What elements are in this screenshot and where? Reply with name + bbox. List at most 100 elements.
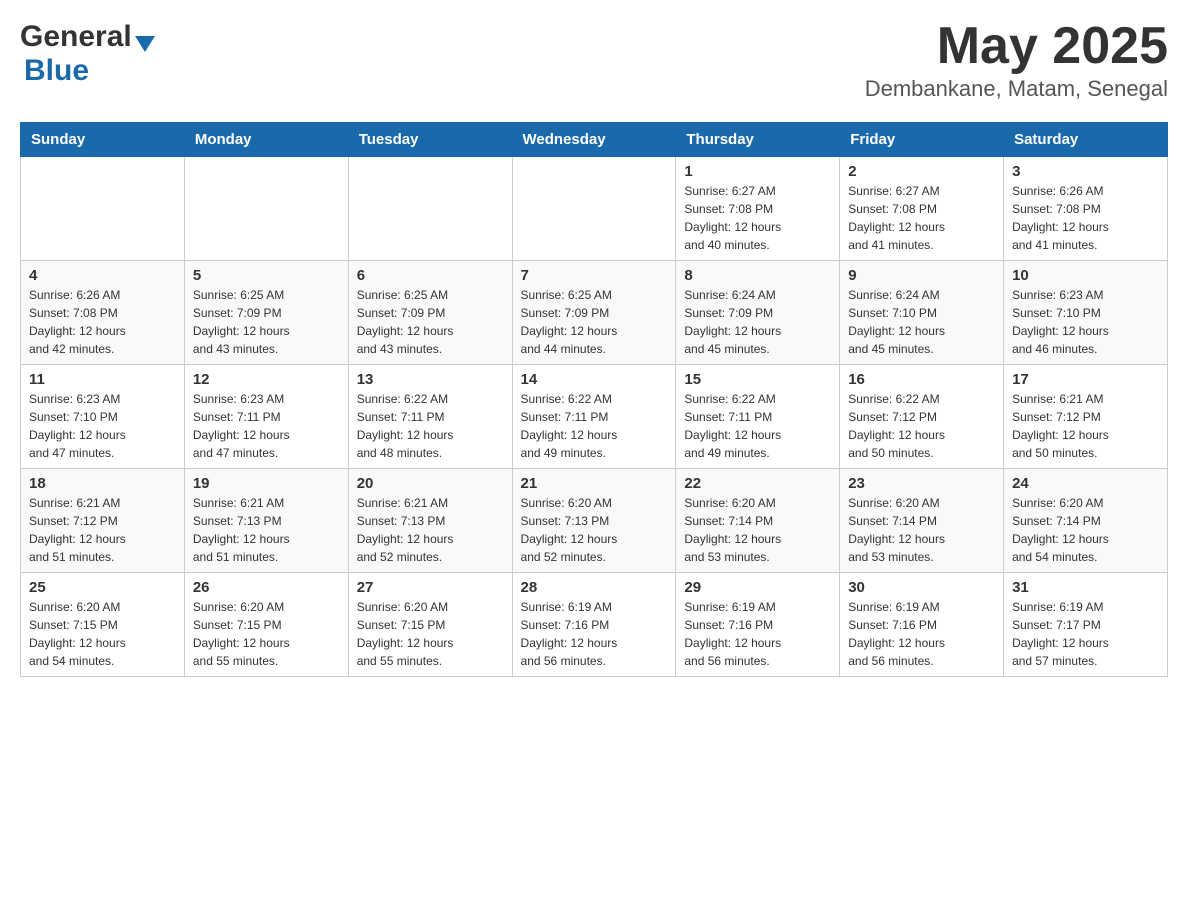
day-number: 3 [1012,163,1159,180]
calendar-day-31: 31Sunrise: 6:19 AMSunset: 7:17 PMDayligh… [1004,573,1168,677]
calendar-day-25: 25Sunrise: 6:20 AMSunset: 7:15 PMDayligh… [21,573,185,677]
day-info: Sunrise: 6:27 AMSunset: 7:08 PMDaylight:… [848,182,995,254]
calendar-day-7: 7 Sunrise: 6:25 AMSunset: 7:09 PMDaylight… [512,261,676,365]
calendar-day-29: 29Sunrise: 6:19 AMSunset: 7:16 PMDayligh… [676,573,840,677]
day-number: 4 [29,267,176,284]
weekday-header-friday: Friday [840,123,1004,157]
day-number: 24 [1012,475,1159,492]
day-number: 5 [193,267,340,284]
logo-arrow-icon [135,36,155,52]
calendar-day-22: 22 Sunrise: 6:20 AMSunset: 7:14 PMDayligh… [676,469,840,573]
calendar-week-row: 4 Sunrise: 6:26 AMSunset: 7:08 PMDaylight… [21,261,1168,365]
page-header: General Blue May 2025 Dembankane, Matam,… [20,20,1168,102]
day-info: Sunrise: 6:23 AMSunset: 7:10 PMDaylight:… [29,390,176,462]
calendar-day-14: 14 Sunrise: 6:22 AMSunset: 7:11 PMDayligh… [512,365,676,469]
day-info: Sunrise: 6:24 AMSunset: 7:09 PMDaylight:… [684,286,831,358]
day-info: Sunrise: 6:20 AMSunset: 7:14 PMDaylight:… [684,494,831,566]
day-info: Sunrise: 6:22 AMSunset: 7:11 PMDaylight:… [357,390,504,462]
day-info: Sunrise: 6:27 AMSunset: 7:08 PMDaylight:… [684,182,831,254]
calendar-empty-cell [348,157,512,261]
day-info: Sunrise: 6:24 AMSunset: 7:10 PMDaylight:… [848,286,995,358]
calendar-day-18: 18 Sunrise: 6:21 AMSunset: 7:12 PMDayligh… [21,469,185,573]
day-number: 19 [193,475,340,492]
day-number: 7 [521,267,668,284]
day-number: 11 [29,371,176,388]
day-number: 2 [848,163,995,180]
day-number: 15 [684,371,831,388]
calendar-day-1: 1 Sunrise: 6:27 AMSunset: 7:08 PMDaylight… [676,157,840,261]
calendar-day-2: 2 Sunrise: 6:27 AMSunset: 7:08 PMDaylight… [840,157,1004,261]
day-number: 28 [521,579,668,596]
day-number: 10 [1012,267,1159,284]
calendar-empty-cell [512,157,676,261]
day-info: Sunrise: 6:21 AMSunset: 7:12 PMDaylight:… [1012,390,1159,462]
day-info: Sunrise: 6:22 AMSunset: 7:11 PMDaylight:… [684,390,831,462]
day-number: 26 [193,579,340,596]
day-number: 9 [848,267,995,284]
calendar-day-21: 21 Sunrise: 6:20 AMSunset: 7:13 PMDayligh… [512,469,676,573]
title-area: May 2025 Dembankane, Matam, Senegal [865,20,1168,102]
day-info: Sunrise: 6:21 AMSunset: 7:12 PMDaylight:… [29,494,176,566]
day-info: Sunrise: 6:21 AMSunset: 7:13 PMDaylight:… [193,494,340,566]
logo: General Blue [20,20,155,88]
calendar-day-27: 27 Sunrise: 6:20 AMSunset: 7:15 PMDayligh… [348,573,512,677]
day-number: 23 [848,475,995,492]
day-info: Sunrise: 6:25 AMSunset: 7:09 PMDaylight:… [521,286,668,358]
calendar-day-9: 9 Sunrise: 6:24 AMSunset: 7:10 PMDaylight… [840,261,1004,365]
day-number: 14 [521,371,668,388]
calendar-day-30: 30 Sunrise: 6:19 AMSunset: 7:16 PMDayligh… [840,573,1004,677]
weekday-header-monday: Monday [184,123,348,157]
day-info: Sunrise: 6:25 AMSunset: 7:09 PMDaylight:… [357,286,504,358]
location-subtitle: Dembankane, Matam, Senegal [865,76,1168,102]
day-number: 16 [848,371,995,388]
day-number: 27 [357,579,504,596]
weekday-header-saturday: Saturday [1004,123,1168,157]
day-info: Sunrise: 6:26 AMSunset: 7:08 PMDaylight:… [29,286,176,358]
calendar-week-row: 1 Sunrise: 6:27 AMSunset: 7:08 PMDaylight… [21,157,1168,261]
logo-general-text: General [20,20,132,54]
logo-blue-text: Blue [20,54,89,87]
calendar-empty-cell [184,157,348,261]
day-info: Sunrise: 6:20 AMSunset: 7:15 PMDaylight:… [357,598,504,670]
day-info: Sunrise: 6:20 AMSunset: 7:13 PMDaylight:… [521,494,668,566]
calendar-day-20: 20 Sunrise: 6:21 AMSunset: 7:13 PMDayligh… [348,469,512,573]
calendar-header-row: SundayMondayTuesdayWednesdayThursdayFrid… [21,123,1168,157]
day-info: Sunrise: 6:19 AMSunset: 7:16 PMDaylight:… [848,598,995,670]
day-number: 20 [357,475,504,492]
day-info: Sunrise: 6:20 AMSunset: 7:14 PMDaylight:… [1012,494,1159,566]
day-number: 22 [684,475,831,492]
weekday-header-wednesday: Wednesday [512,123,676,157]
day-number: 8 [684,267,831,284]
day-info: Sunrise: 6:23 AMSunset: 7:10 PMDaylight:… [1012,286,1159,358]
day-info: Sunrise: 6:21 AMSunset: 7:13 PMDaylight:… [357,494,504,566]
calendar-day-15: 15 Sunrise: 6:22 AMSunset: 7:11 PMDayligh… [676,365,840,469]
calendar-week-row: 25Sunrise: 6:20 AMSunset: 7:15 PMDayligh… [21,573,1168,677]
calendar-day-5: 5 Sunrise: 6:25 AMSunset: 7:09 PMDaylight… [184,261,348,365]
day-number: 18 [29,475,176,492]
calendar-day-17: 17 Sunrise: 6:21 AMSunset: 7:12 PMDayligh… [1004,365,1168,469]
day-info: Sunrise: 6:20 AMSunset: 7:15 PMDaylight:… [29,598,176,670]
calendar-day-3: 3 Sunrise: 6:26 AMSunset: 7:08 PMDaylight… [1004,157,1168,261]
day-number: 1 [684,163,831,180]
day-number: 30 [848,579,995,596]
weekday-header-sunday: Sunday [21,123,185,157]
calendar-day-23: 23Sunrise: 6:20 AMSunset: 7:14 PMDayligh… [840,469,1004,573]
day-number: 13 [357,371,504,388]
day-number: 17 [1012,371,1159,388]
day-info: Sunrise: 6:26 AMSunset: 7:08 PMDaylight:… [1012,182,1159,254]
calendar-week-row: 11 Sunrise: 6:23 AMSunset: 7:10 PMDayligh… [21,365,1168,469]
calendar-day-8: 8 Sunrise: 6:24 AMSunset: 7:09 PMDaylight… [676,261,840,365]
day-info: Sunrise: 6:25 AMSunset: 7:09 PMDaylight:… [193,286,340,358]
day-number: 21 [521,475,668,492]
calendar-day-12: 12Sunrise: 6:23 AMSunset: 7:11 PMDayligh… [184,365,348,469]
calendar-day-6: 6 Sunrise: 6:25 AMSunset: 7:09 PMDaylight… [348,261,512,365]
day-number: 12 [193,371,340,388]
calendar-day-19: 19 Sunrise: 6:21 AMSunset: 7:13 PMDayligh… [184,469,348,573]
calendar-day-4: 4 Sunrise: 6:26 AMSunset: 7:08 PMDaylight… [21,261,185,365]
calendar-day-13: 13 Sunrise: 6:22 AMSunset: 7:11 PMDayligh… [348,365,512,469]
day-info: Sunrise: 6:19 AMSunset: 7:17 PMDaylight:… [1012,598,1159,670]
day-info: Sunrise: 6:22 AMSunset: 7:11 PMDaylight:… [521,390,668,462]
day-info: Sunrise: 6:19 AMSunset: 7:16 PMDaylight:… [521,598,668,670]
calendar-day-16: 16Sunrise: 6:22 AMSunset: 7:12 PMDayligh… [840,365,1004,469]
day-number: 6 [357,267,504,284]
